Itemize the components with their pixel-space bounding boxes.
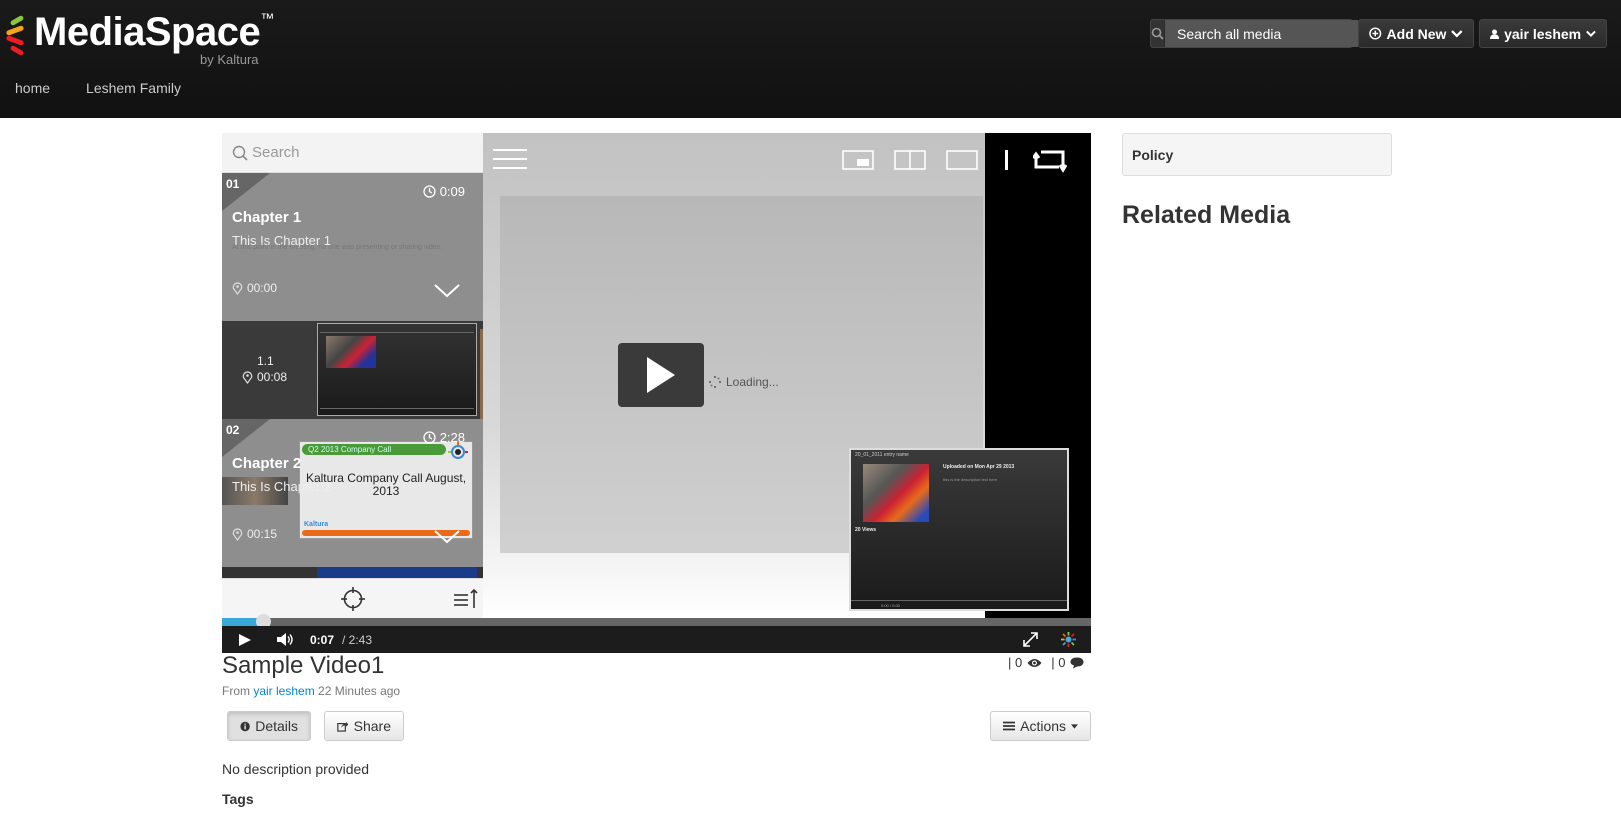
chapter-number: 02	[226, 423, 240, 437]
chapter-title: Chapter 1	[232, 209, 302, 226]
switch-streams-icon[interactable]	[1033, 147, 1067, 173]
tags-heading: Tags	[222, 791, 254, 807]
media-description: No description provided	[222, 761, 370, 777]
hamburger-menu-icon[interactable]	[493, 147, 527, 171]
pip-secondary-video[interactable]: 20_01_2011 entry name Uploaded on Mon Ap…	[849, 448, 1069, 611]
chapters-sidebar: 01 0:09 Chapter 1 This Is Chapter 1 At t…	[222, 133, 483, 618]
media-stats: | 0 | 0	[1008, 655, 1084, 670]
kaltura-mark-icon	[4, 14, 28, 57]
policy-panel[interactable]: Policy	[1122, 133, 1392, 176]
comments-count: | 0	[1051, 655, 1066, 670]
layout-single-icon[interactable]	[946, 150, 978, 170]
slide-number: 1.1	[257, 354, 274, 368]
chapter-start-time: 00:15	[232, 527, 277, 541]
chapter-title: Chapter 2	[232, 455, 302, 472]
chapter-search-bar	[222, 133, 483, 173]
layout-pip-icon[interactable]	[842, 150, 874, 170]
sidebar-toolbar	[222, 578, 483, 618]
sort-list-icon[interactable]	[453, 588, 479, 610]
clock-icon	[423, 185, 436, 198]
big-play-button[interactable]	[618, 343, 704, 407]
user-icon	[1490, 28, 1500, 39]
chapter-description: This Is Chapter 2	[232, 479, 331, 494]
mediaspace-logo[interactable]: MediaSpace™ by Kaltura	[4, 10, 294, 70]
search-icon[interactable]	[1151, 20, 1165, 47]
media-title: Sample Video1	[222, 652, 385, 679]
user-name-label: yair leshem	[1504, 25, 1582, 42]
chapter-start-time: 00:00	[232, 281, 277, 295]
actions-dropdown-button[interactable]: Actions	[990, 711, 1091, 741]
chevron-down-icon[interactable]	[433, 529, 461, 545]
total-time: / 2:43	[342, 633, 373, 647]
chevron-down-icon	[1586, 30, 1596, 37]
upload-time: 22 Minutes ago	[318, 684, 401, 698]
chapter-number: 01	[226, 177, 240, 191]
info-circle-icon	[240, 721, 250, 731]
chapter-duration: 2:28	[423, 430, 465, 445]
logo-subtitle: by Kaltura	[200, 52, 259, 67]
nav-leshem-family[interactable]: Leshem Family	[86, 80, 181, 96]
control-bar: 0:07 / 2:43	[222, 626, 1091, 653]
caret-down-icon	[1071, 723, 1078, 729]
chevron-down-icon	[1451, 30, 1463, 38]
slide-thumbnail	[317, 323, 477, 416]
divider-bar-icon	[1005, 150, 1008, 170]
spinner-icon	[709, 376, 721, 388]
chapter-item-1[interactable]: 01 0:09 Chapter 1 This Is Chapter 1 At t…	[222, 173, 483, 321]
main-nav: home Leshem Family	[15, 80, 181, 96]
location-pin-icon	[242, 370, 253, 384]
volume-icon[interactable]	[277, 632, 295, 647]
chapter-search-input[interactable]	[252, 144, 452, 161]
author-link[interactable]: yair leshem	[253, 684, 314, 698]
fullscreen-icon[interactable]	[1022, 631, 1039, 648]
seek-bar[interactable]	[222, 614, 1091, 629]
top-header: MediaSpace™ by Kaltura home Leshem Famil…	[0, 0, 1621, 118]
loading-indicator: Loading...	[708, 375, 779, 389]
search-bar	[1150, 19, 1358, 48]
eye-icon	[1027, 658, 1042, 667]
details-tab-button[interactable]: Details	[227, 711, 311, 741]
media-byline: From yair leshem 22 Minutes ago	[222, 684, 401, 698]
user-menu-button[interactable]: yair leshem	[1479, 19, 1607, 48]
current-time: 0:07	[310, 633, 335, 647]
search-icon	[232, 145, 248, 161]
location-pin-icon	[232, 281, 243, 295]
play-icon[interactable]	[238, 633, 252, 647]
logo-text: MediaSpace™	[34, 10, 274, 54]
chapter-item-2[interactable]: 02 Q2 2013 Company Call Kaltura Company …	[222, 419, 483, 567]
slide-item-1-1[interactable]: 1.1 00:08	[222, 321, 483, 419]
kaltura-logo-icon[interactable]	[1060, 631, 1077, 648]
clock-icon	[423, 431, 436, 444]
kaltura-burst-icon	[448, 442, 468, 459]
location-pin-icon	[232, 527, 243, 541]
add-new-button[interactable]: Add New	[1358, 19, 1474, 48]
locate-crosshair-icon[interactable]	[340, 586, 366, 612]
slide-time: 00:08	[242, 370, 287, 384]
video-player: 01 0:09 Chapter 1 This Is Chapter 1 At t…	[222, 133, 1091, 653]
play-icon	[647, 357, 675, 393]
nav-home[interactable]: home	[15, 80, 50, 96]
chapter-note: At this point in the meeting, no one was…	[232, 244, 443, 251]
search-input[interactable]	[1165, 20, 1358, 47]
chapter-duration: 0:09	[423, 184, 465, 199]
share-icon	[337, 721, 349, 732]
plus-circle-icon	[1369, 27, 1382, 40]
views-count: | 0	[1008, 655, 1023, 670]
pip-thumbnail-image	[863, 464, 929, 522]
add-new-label: Add New	[1386, 25, 1447, 42]
list-icon	[1003, 721, 1016, 731]
chevron-down-icon[interactable]	[433, 283, 461, 299]
layout-side-by-side-icon[interactable]	[894, 150, 926, 170]
related-media-heading: Related Media	[1122, 201, 1291, 229]
slide-footer-logo: Kaltura	[304, 521, 329, 528]
comment-icon	[1070, 657, 1084, 668]
share-tab-button[interactable]: Share	[324, 711, 404, 741]
